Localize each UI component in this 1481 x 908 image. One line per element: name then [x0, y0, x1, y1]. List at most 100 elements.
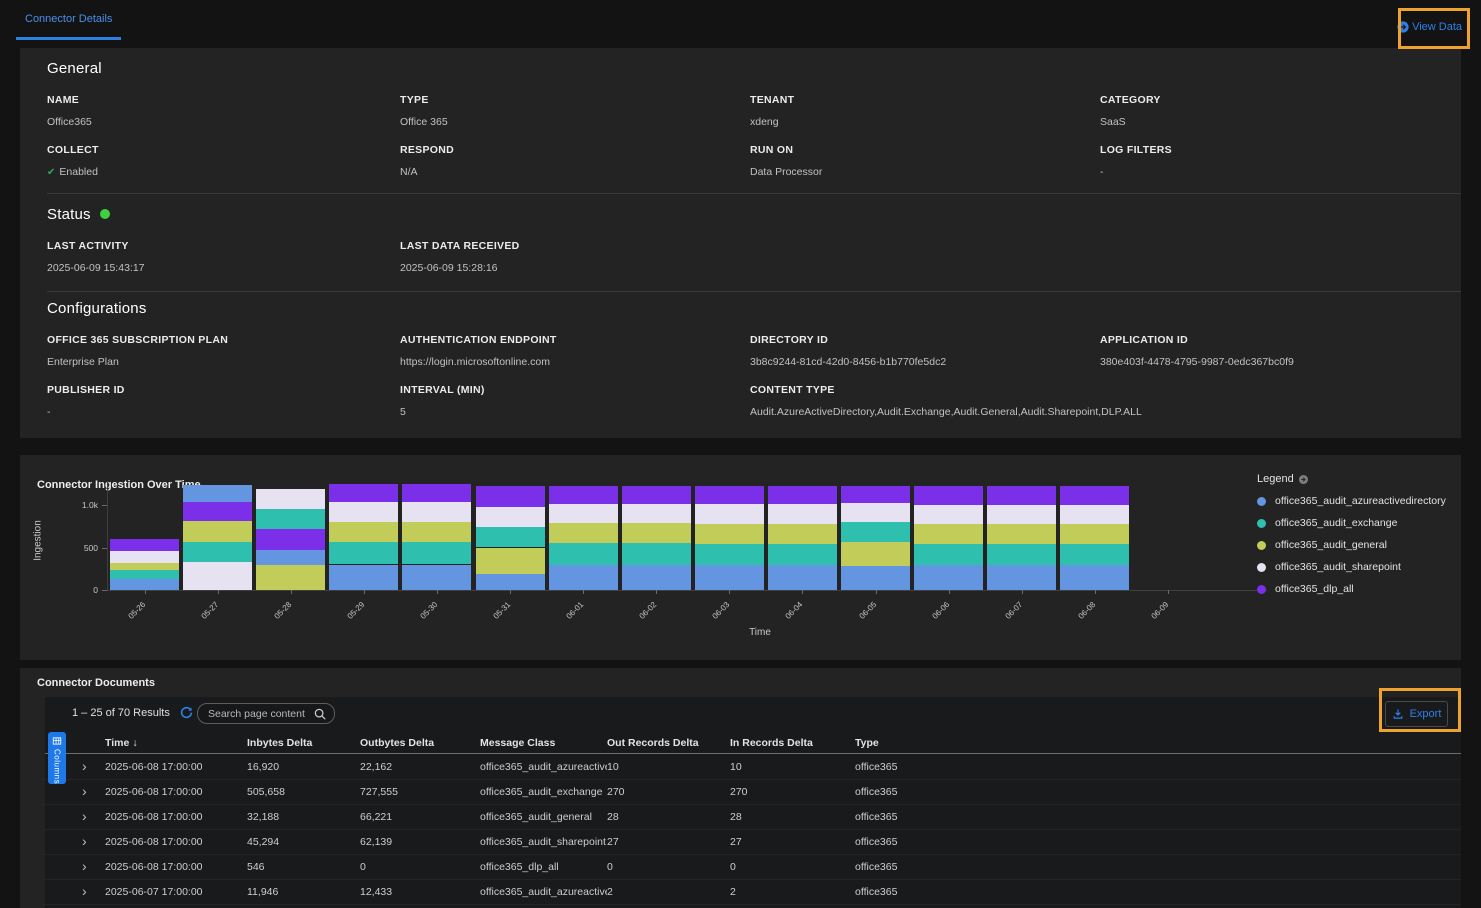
- cell-message-class: office365_audit_azureactivedirectory: [480, 761, 607, 773]
- field-type: TYPEOffice 365: [400, 94, 750, 128]
- column-header-in-records-delta[interactable]: In Records Delta: [730, 737, 855, 749]
- bar-segment-office365_audit_general: [841, 542, 910, 567]
- field-label: AUTHENTICATION ENDPOINT: [400, 334, 750, 346]
- expand-chevron-icon[interactable]: ›: [82, 786, 87, 796]
- y-axis-label: Ingestion: [33, 501, 44, 581]
- bar-segment-office365_audit_sharepoint: [841, 503, 910, 522]
- bar-segment-office365_audit_azureactivedirectory: [987, 565, 1056, 590]
- field-value: Audit.AzureActiveDirectory,Audit.Exchang…: [750, 406, 1451, 418]
- field-value: Office365: [47, 116, 400, 128]
- configurations-fields: OFFICE 365 SUBSCRIPTION PLANEnterprise P…: [47, 334, 1451, 418]
- bar-segment-office365_audit_exchange: [183, 542, 252, 562]
- bar-segment-office365_audit_azureactivedirectory: [476, 574, 545, 590]
- legend-item-office365_audit_sharepoint[interactable]: office365_audit_sharepoint: [1257, 561, 1446, 573]
- field-tenant: TENANTxdeng: [750, 94, 1100, 128]
- tab-connector-details[interactable]: Connector Details: [16, 13, 121, 40]
- legend-item-office365_audit_exchange[interactable]: office365_audit_exchange: [1257, 517, 1446, 529]
- bar-segment-office365_audit_sharepoint: [768, 504, 837, 524]
- cell-message-class: office365_audit_general: [480, 811, 607, 823]
- column-header-outbytes-delta[interactable]: Outbytes Delta: [360, 737, 480, 749]
- legend-color-dot: [1257, 563, 1266, 572]
- field-label: INTERVAL (MIN): [400, 384, 750, 396]
- bar-segment-office365_audit_exchange: [402, 542, 471, 564]
- column-header-time[interactable]: Time↓: [105, 737, 247, 749]
- x-tick-mark: [1095, 590, 1096, 594]
- check-icon: ✔: [47, 167, 55, 178]
- legend-item-office365_dlp_all[interactable]: office365_dlp_all: [1257, 583, 1446, 595]
- field-label: OFFICE 365 SUBSCRIPTION PLAN: [47, 334, 400, 346]
- row-expander-cell: ›: [45, 861, 105, 874]
- x-tick-mark: [437, 590, 438, 594]
- cell-type: office365: [855, 886, 1461, 898]
- table-grid-icon: [52, 736, 62, 746]
- bar-segment-office365_audit_general: [622, 523, 691, 543]
- y-tick-label: 500: [66, 543, 98, 553]
- field-log-filters: LOG FILTERS-: [1100, 144, 1451, 179]
- bar-segment-office365_audit_sharepoint: [110, 551, 179, 563]
- expand-chevron-icon[interactable]: ›: [82, 836, 87, 846]
- bar-segment-office365_audit_general: [402, 522, 471, 542]
- x-tick-label: 05-27: [185, 600, 220, 635]
- field-label: PUBLISHER ID: [47, 384, 400, 396]
- field-respond: RESPONDN/A: [400, 144, 750, 179]
- bar-segment-office365_audit_azureactivedirectory: [549, 565, 618, 590]
- bar-segment-office365_audit_exchange: [549, 543, 618, 565]
- bar-segment-office365_audit_azureactivedirectory: [622, 565, 691, 590]
- divider: [47, 193, 1461, 194]
- expand-chevron-icon[interactable]: ›: [82, 761, 87, 771]
- documents-table-container: 1 – 25 of 70 Results: [45, 697, 1461, 908]
- cell-type: office365: [855, 761, 1461, 773]
- x-tick-mark: [583, 590, 584, 594]
- view-data-icon: [1397, 21, 1409, 33]
- cell-outbytes-delta: 22,162: [360, 761, 480, 773]
- legend-title-text: Legend: [1257, 473, 1294, 485]
- column-header-inbytes-delta[interactable]: Inbytes Delta: [247, 737, 360, 749]
- expand-chevron-icon[interactable]: ›: [82, 861, 87, 871]
- cell-time: 2025-06-08 17:00:00: [105, 811, 247, 823]
- x-tick-label: 06-02: [624, 600, 659, 635]
- x-tick-label: 05-29: [332, 600, 367, 635]
- field-value: N/A: [400, 166, 750, 178]
- cell-inbytes-delta: 505,658: [247, 786, 360, 798]
- x-tick-label: 06-01: [551, 600, 586, 635]
- field-value: ✔Enabled: [47, 166, 400, 179]
- column-header-type[interactable]: Type: [855, 737, 1461, 749]
- column-header-out-records-delta[interactable]: Out Records Delta: [607, 737, 730, 749]
- ingestion-chart-panel: Connector Ingestion Over Time Ingestion …: [20, 455, 1461, 660]
- bar-segment-office365_audit_exchange: [768, 544, 837, 565]
- bar-segment-office365_audit_sharepoint: [695, 504, 764, 524]
- legend-item-office365_audit_azureactivedirectory[interactable]: office365_audit_azureactivedirectory: [1257, 495, 1446, 507]
- field-label: APPLICATION ID: [1100, 334, 1451, 346]
- export-button[interactable]: Export: [1385, 701, 1448, 727]
- cell-out-records-delta: 0: [607, 861, 730, 873]
- bar-segment-office365_audit_general: [768, 524, 837, 544]
- view-data-label: View Data: [1412, 21, 1462, 33]
- bar-segment-office365_audit_general: [329, 522, 398, 542]
- legend-item-office365_audit_general[interactable]: office365_audit_general: [1257, 539, 1446, 551]
- bar-segment-office365_audit_general: [476, 548, 545, 574]
- refresh-icon[interactable]: [180, 706, 193, 724]
- x-tick-label: 06-06: [916, 600, 951, 635]
- columns-button[interactable]: Columns: [48, 732, 66, 784]
- bar-segment-office365_audit_exchange: [1060, 544, 1129, 565]
- bar-segment-office365_dlp_all: [1060, 486, 1129, 505]
- bar-segment-office365_audit_azureactivedirectory: [402, 565, 471, 591]
- bar-segment-office365_audit_sharepoint: [476, 507, 545, 527]
- cell-inbytes-delta: 16,920: [247, 761, 360, 773]
- x-tick-mark: [876, 590, 877, 594]
- legend-series-name: office365_audit_exchange: [1275, 517, 1397, 529]
- column-header-message-class[interactable]: Message Class: [480, 737, 607, 749]
- field-label: DIRECTORY ID: [750, 334, 1100, 346]
- x-tick-label: 06-07: [989, 600, 1024, 635]
- table-header-row: Time↓Inbytes DeltaOutbytes DeltaMessage …: [45, 733, 1461, 754]
- field-value: -: [1100, 166, 1451, 178]
- expand-chevron-icon[interactable]: ›: [82, 886, 87, 896]
- legend-info-icon[interactable]: [1298, 474, 1309, 485]
- cell-in-records-delta: 10: [730, 761, 855, 773]
- expand-chevron-icon[interactable]: ›: [82, 811, 87, 821]
- view-data-link[interactable]: View Data: [1397, 21, 1462, 33]
- x-tick-mark: [291, 590, 292, 594]
- search-icon[interactable]: [313, 707, 327, 726]
- bar-segment-office365_audit_general: [987, 524, 1056, 544]
- cell-type: office365: [855, 786, 1461, 798]
